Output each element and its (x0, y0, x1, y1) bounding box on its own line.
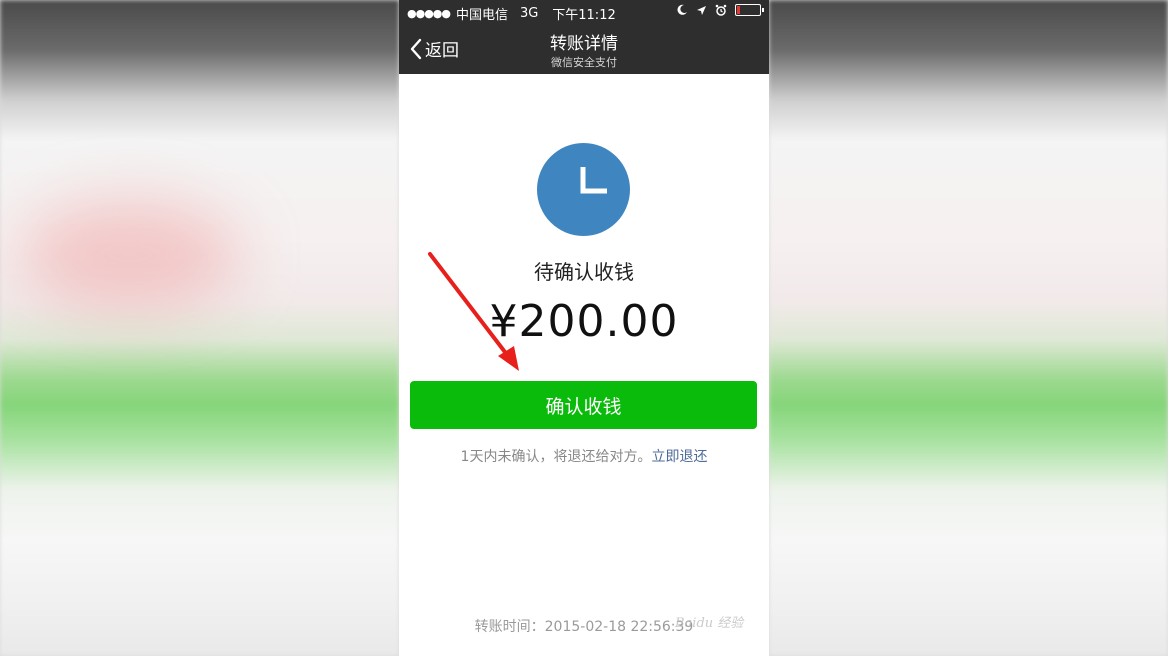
confirm-receipt-button[interactable]: 确认收钱 (410, 381, 757, 429)
phone-screen: ●●●●● 中国电信 3G 下午11:12 返回 转账详情 微信安全支付 待确认… (399, 0, 769, 656)
page-subtitle: 微信安全支付 (551, 56, 617, 69)
background-right (769, 0, 1168, 656)
refund-notice: 1天内未确认，将退还给对方。立即退还 (399, 446, 769, 466)
transfer-time-value: 2015-02-18 22:56:39 (544, 619, 694, 635)
clock-icon (537, 143, 630, 236)
transfer-amount: ¥200.00 (489, 296, 679, 347)
status-time: 下午11:12 (552, 8, 616, 23)
alarm-icon (715, 4, 727, 16)
status-bar: ●●●●● 中国电信 3G 下午11:12 (399, 0, 769, 24)
background-left (0, 0, 399, 656)
page-title: 转账详情 (550, 34, 618, 54)
background-blur-red (20, 200, 240, 310)
watermark-logo-icon: Baidu 经验 (675, 616, 744, 631)
transfer-status: 待确认收钱 (534, 260, 634, 284)
refund-notice-text: 1天内未确认，将退还给对方。 (460, 449, 652, 465)
location-icon (697, 5, 706, 15)
battery-icon (735, 4, 764, 16)
navigation-bar: 返回 转账详情 微信安全支付 (399, 24, 769, 74)
transfer-time-label: 转账时间： (474, 619, 545, 635)
moon-icon (677, 4, 687, 15)
refund-now-link[interactable]: 立即退还 (651, 449, 707, 465)
